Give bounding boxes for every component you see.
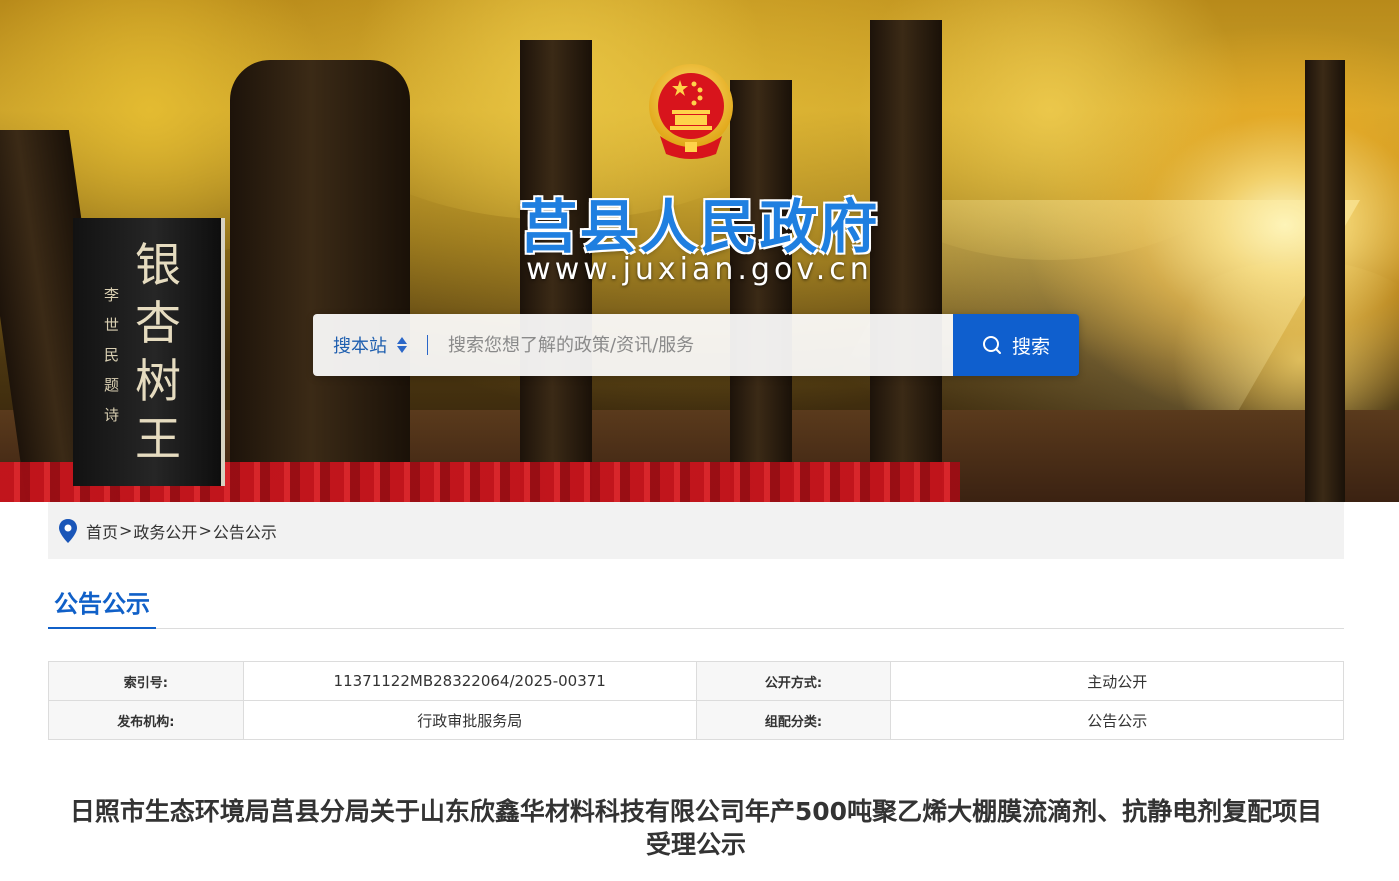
- breadcrumb-open-government[interactable]: 政务公开: [133, 519, 197, 543]
- article-title-line-1: 日照市生态环境局莒县分局关于山东欣鑫华材料科技有限公司年产500吨聚乙烯大棚膜流…: [69, 797, 1323, 826]
- stele-small-inscription: 李世民题诗: [104, 286, 120, 424]
- table-row: 索引号: 11371122MB28322064/2025-00371 公开方式:…: [48, 661, 1344, 701]
- breadcrumb-announcements[interactable]: 公告公示: [213, 519, 277, 543]
- divider: [427, 335, 428, 355]
- section-title: 公告公示: [48, 578, 156, 629]
- meta-key-disclosure-method: 公开方式:: [695, 661, 892, 701]
- meta-value-index-number: 11371122MB28322064/2025-00371: [242, 661, 697, 701]
- breadcrumb: 首页 > 政务公开 > 公告公示: [48, 502, 1344, 559]
- header-banner: 银杏树王 李世民题诗 莒县人民政府 www.juxian.gov.cn 搜本站: [0, 0, 1399, 502]
- site-url: www.juxian.gov.cn: [526, 252, 873, 287]
- national-emblem-icon: [649, 64, 733, 159]
- up-down-arrows-icon: [397, 337, 407, 353]
- location-pin-icon: [59, 518, 77, 543]
- search-button-label: 搜索: [1011, 335, 1050, 358]
- tree-trunk: [730, 80, 792, 502]
- meta-value-publisher: 行政审批服务局: [242, 700, 697, 740]
- search-icon: [982, 336, 1001, 354]
- search-bar: 搜本站 搜索: [313, 314, 1079, 376]
- section-header: 公告公示: [48, 578, 1344, 629]
- table-row: 发布机构: 行政审批服务局 组配分类: 公告公示: [48, 700, 1344, 740]
- meta-key-index-number: 索引号:: [48, 661, 244, 701]
- search-scope-select[interactable]: 搜本站: [313, 314, 438, 376]
- meta-key-category: 组配分类:: [695, 700, 892, 740]
- breadcrumb-home[interactable]: 首页: [86, 519, 118, 543]
- meta-value-category: 公告公示: [890, 700, 1344, 740]
- meta-value-disclosure-method: 主动公开: [890, 661, 1344, 701]
- search-input[interactable]: [438, 314, 953, 376]
- article-title-line-2: 受理公示: [645, 830, 746, 859]
- breadcrumb-separator: >: [119, 521, 133, 540]
- search-scope-label: 搜本站: [333, 336, 387, 357]
- search-button[interactable]: 搜索: [953, 314, 1079, 376]
- meta-key-publisher: 发布机构:: [48, 700, 244, 740]
- breadcrumb-separator: >: [198, 521, 212, 540]
- article-title: 日照市生态环境局莒县分局关于山东欣鑫华材料科技有限公司年产500吨聚乙烯大棚膜流…: [48, 795, 1344, 861]
- document-meta-table: 索引号: 11371122MB28322064/2025-00371 公开方式:…: [48, 661, 1344, 740]
